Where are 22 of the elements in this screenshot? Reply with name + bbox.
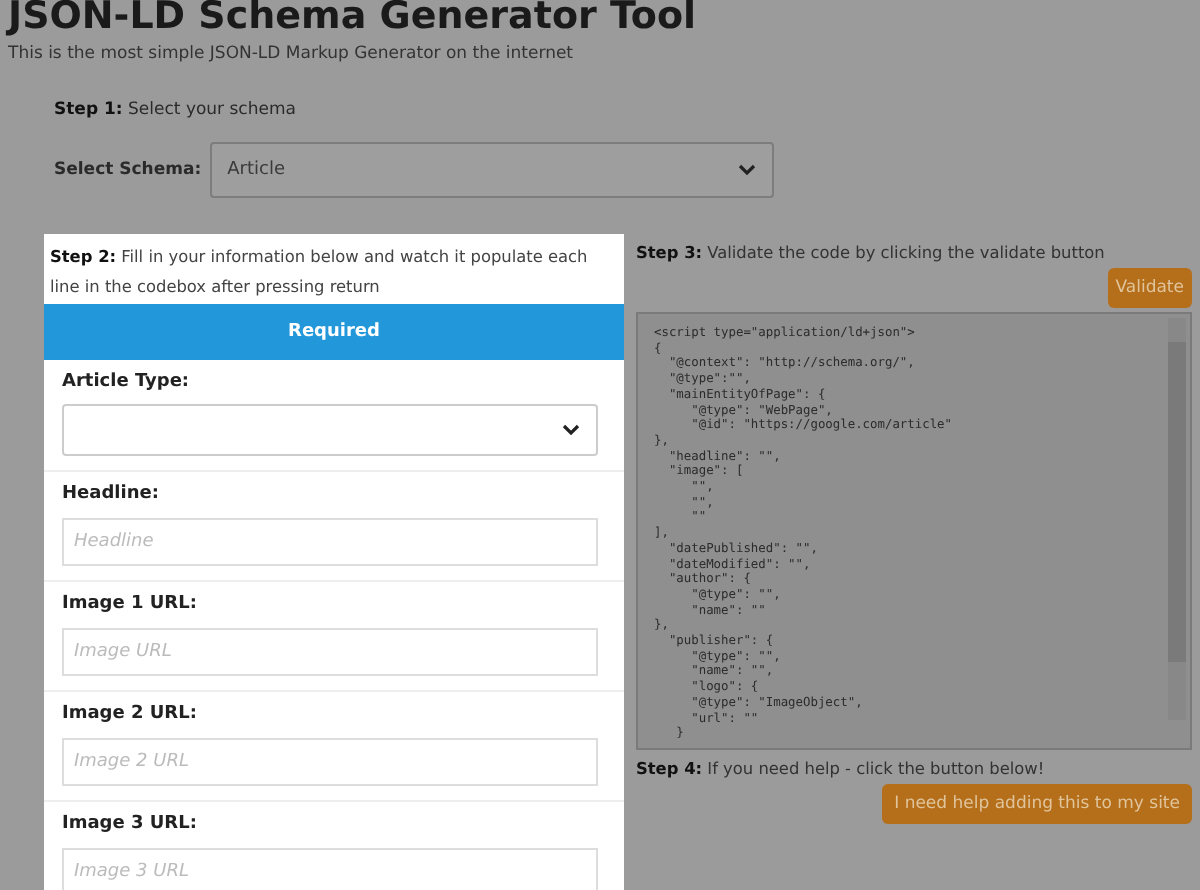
page-subtitle: This is the most simple JSON-LD Markup Generator on the internet — [8, 44, 576, 64]
help-button[interactable]: I need help adding this to my site — [882, 784, 1192, 824]
step-instruction: Step 3: Validate the code by clicking the validate button — [636, 242, 1107, 262]
validate-button[interactable]: Validate — [1107, 268, 1192, 308]
section-header: Required — [44, 304, 624, 360]
schema-select[interactable]: Article — [209, 142, 774, 198]
step-instruction: Step 2: Fill in your information below and watch it populate each line in the codebox after pressing return — [48, 244, 590, 300]
input-field[interactable]: Image 3 URL — [62, 848, 598, 890]
field-label: Image 3 URL: — [62, 814, 199, 834]
input-field[interactable]: Image URL — [62, 628, 598, 676]
article-type-select[interactable] — [62, 404, 598, 456]
step-instruction: Step 1: Select your schema — [54, 100, 298, 120]
chevron-down-icon — [562, 424, 580, 436]
field-label: Article Type: — [62, 372, 192, 392]
input-field[interactable]: Headline — [62, 518, 598, 566]
chevron-down-icon — [737, 164, 756, 176]
field-label: Image 1 URL: — [62, 594, 199, 614]
step-instruction: Step 4: If you need help - click the button below! — [636, 758, 1047, 778]
field-label: Headline: — [62, 484, 161, 504]
field-label: Select Schema: — [54, 160, 202, 180]
input-field[interactable]: Image 2 URL — [62, 738, 598, 786]
field-label: Image 2 URL: — [62, 704, 199, 724]
